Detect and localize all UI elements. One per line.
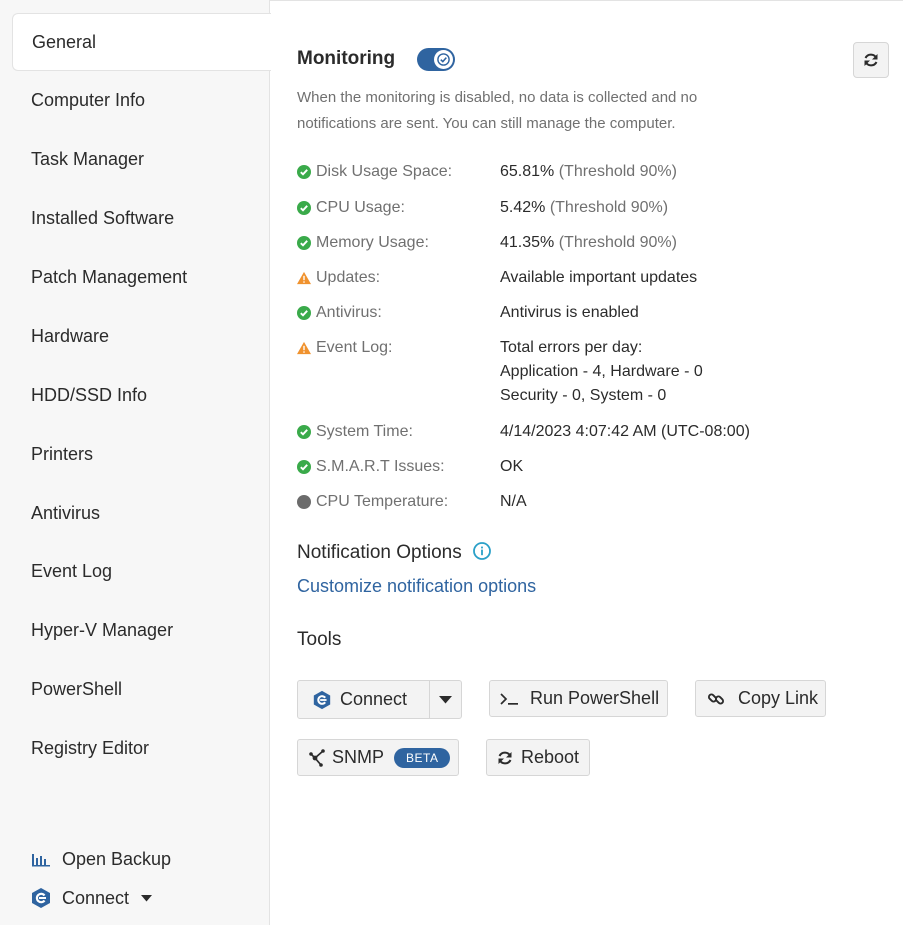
sidebar-item-general[interactable]: General [12, 13, 271, 71]
sidebar-item-label: Antivirus [31, 502, 101, 523]
sidebar-item-label: Task Manager [31, 148, 145, 169]
metric-label: Disk Usage Space: [316, 163, 453, 180]
refresh-icon [495, 748, 515, 768]
metric-label: CPU Temperature: [316, 493, 449, 510]
ok-status-icon [297, 460, 311, 474]
sidebar-item-antivirus[interactable]: Antivirus [12, 484, 271, 542]
open-backup-label: Open Backup [62, 848, 172, 869]
monitoring-title: Monitoring [297, 48, 396, 69]
connect-button-label: Connect [340, 689, 408, 709]
sidebar-item-hyper-v-manager[interactable]: Hyper-V Manager [12, 601, 271, 659]
run-powershell-label: Run PowerShell [530, 688, 660, 708]
metric-label: System Time: [316, 423, 413, 440]
notification-options-label: Notification Options [297, 542, 462, 563]
monitoring-description: When the monitoring is disabled, no data… [297, 89, 698, 132]
metric-label: Updates: [316, 269, 381, 286]
metric-value: 5.42% [500, 199, 546, 216]
sidebar-item-patch-management[interactable]: Patch Management [12, 248, 271, 306]
caret-down-icon [439, 695, 452, 704]
connect-logo-icon [30, 887, 52, 909]
sidebar-item-label: Event Log [31, 560, 113, 581]
refresh-button[interactable] [853, 42, 889, 78]
event-log-line: Security - 0, System - 0 [500, 387, 667, 404]
sidebar-item-label: Hyper-V Manager [31, 619, 174, 640]
event-log-line: Total errors per day: [500, 339, 643, 356]
connect-menu[interactable]: Connect [30, 887, 153, 909]
caret-down-icon [141, 894, 153, 902]
event-log-line: Application - 4, Hardware - 0 [500, 363, 703, 380]
sidebar: General Computer Info Task Manager Insta… [0, 0, 271, 925]
beta-badge: BETA [394, 747, 451, 768]
sidebar-item-label: General [32, 31, 97, 52]
sidebar-item-label: Patch Management [31, 266, 188, 287]
connect-button[interactable]: Connect [298, 681, 429, 718]
link-icon [706, 689, 726, 709]
sidebar-item-computer-info[interactable]: Computer Info [12, 71, 271, 129]
snmp-button[interactable]: SNMP BETA [297, 739, 459, 776]
unknown-status-icon [297, 495, 311, 509]
sidebar-item-hardware[interactable]: Hardware [12, 307, 271, 365]
ok-status-icon [297, 425, 311, 439]
connect-split-button: Connect [297, 680, 462, 719]
connect-dropdown-toggle[interactable] [430, 681, 461, 718]
reboot-button[interactable]: Reboot [486, 739, 590, 776]
sidebar-item-powershell[interactable]: PowerShell [12, 660, 271, 718]
check-icon [434, 50, 453, 69]
open-backup-link[interactable]: Open Backup [30, 848, 171, 870]
ok-status-icon [297, 201, 311, 215]
metric-label: Memory Usage: [316, 234, 429, 251]
ok-status-icon [297, 306, 311, 320]
terminal-icon [500, 689, 520, 709]
sidebar-item-label: Printers [31, 443, 94, 464]
metric-value: Available important updates [500, 269, 698, 286]
refresh-icon [863, 52, 879, 68]
sidebar-item-installed-software[interactable]: Installed Software [12, 189, 271, 247]
metric-threshold: (Threshold 90%) [554, 163, 677, 180]
connect-logo-icon [312, 690, 332, 710]
metric-value: Antivirus is enabled [500, 304, 639, 321]
metric-value: N/A [500, 493, 527, 510]
top-divider [270, 0, 903, 1]
sidebar-item-label: HDD/SSD Info [31, 384, 148, 405]
reboot-label: Reboot [521, 747, 580, 767]
metric-value: 65.81% [500, 163, 555, 180]
connect-menu-label: Connect [62, 887, 130, 908]
sidebar-item-label: Computer Info [31, 89, 146, 110]
run-powershell-button[interactable]: Run PowerShell [489, 680, 668, 717]
sidebar-item-event-log[interactable]: Event Log [12, 542, 271, 600]
sidebar-item-label: Hardware [31, 325, 110, 346]
sidebar-item-printers[interactable]: Printers [12, 425, 271, 483]
sidebar-item-registry-editor[interactable]: Registry Editor [12, 719, 271, 777]
warning-status-icon [297, 271, 311, 285]
metric-value: 4/14/2023 4:07:42 AM (UTC-08:00) [500, 423, 750, 440]
monitoring-toggle[interactable] [417, 48, 455, 71]
sidebar-item-label: PowerShell [31, 678, 123, 699]
metric-label: Event Log: [316, 339, 393, 356]
metric-value: OK [500, 458, 524, 475]
warning-status-icon [297, 341, 311, 355]
sidebar-item-label: Installed Software [31, 207, 175, 228]
customize-notifications-link[interactable]: Customize notification options [297, 576, 536, 597]
snmp-label: SNMP [332, 747, 385, 767]
copy-link-label: Copy Link [738, 688, 819, 708]
network-nodes-icon [308, 748, 326, 768]
ok-status-icon [297, 236, 311, 250]
copy-link-button[interactable]: Copy Link [695, 680, 826, 717]
metric-value: 41.35% [500, 234, 555, 251]
metric-threshold: (Threshold 90%) [554, 234, 677, 251]
sidebar-item-task-manager[interactable]: Task Manager [12, 130, 271, 188]
metric-label: Antivirus: [316, 304, 382, 321]
notification-options-title: Notification Options [297, 542, 491, 564]
info-icon[interactable] [473, 542, 491, 561]
metric-threshold: (Threshold 90%) [545, 199, 669, 216]
metric-label: CPU Usage: [316, 199, 405, 216]
sidebar-item-label: Registry Editor [31, 737, 150, 758]
metric-label: S.M.A.R.T Issues: [316, 458, 445, 475]
ok-status-icon [297, 165, 311, 179]
bar-chart-icon [30, 848, 52, 870]
tools-title: Tools [297, 629, 342, 650]
sidebar-item-hdd-ssd-info[interactable]: HDD/SSD Info [12, 366, 271, 424]
